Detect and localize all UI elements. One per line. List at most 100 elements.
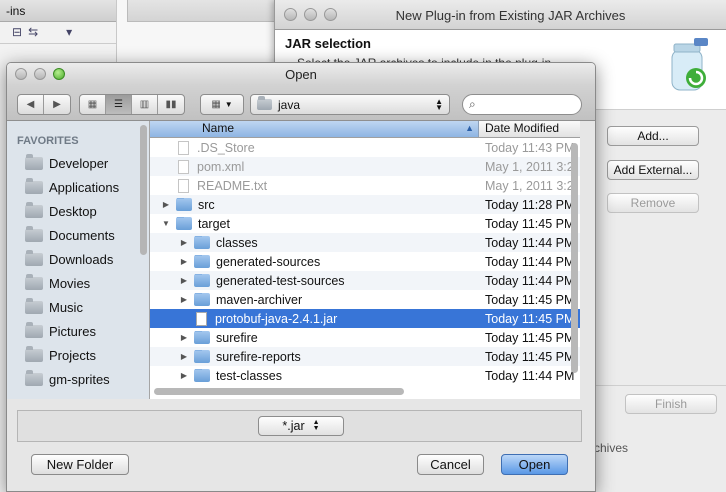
file-date: Today 11:45 PM [485, 330, 575, 345]
coverflow-view-icon[interactable]: ▮▮ [158, 95, 184, 114]
file-name-cell: protobuf-java-2.4.1.jar [150, 311, 479, 326]
sidebar-scrollbar[interactable] [140, 125, 147, 255]
desktop-icon [25, 201, 43, 218]
file-name-cell: ▶ surefire-reports [150, 349, 479, 364]
file-row[interactable]: ▶ surefire Today 11:45 PM [150, 328, 580, 347]
file-date: Today 11:28 PM [485, 197, 575, 212]
xml-file-icon [178, 159, 189, 174]
cancel-button[interactable]: Cancel [417, 454, 484, 475]
link-icon[interactable]: ⇆ [28, 25, 38, 40]
disclosure-closed-icon[interactable]: ▶ [160, 200, 172, 209]
horizontal-scrollbar[interactable] [154, 388, 404, 395]
file-name-cell: README.txt [150, 178, 479, 193]
sidebar-item-movies[interactable]: Movies [7, 271, 149, 295]
file-name-cell: ▶ generated-test-sources [150, 273, 479, 288]
file-list-header: Name ▲ Date Modified [150, 121, 580, 138]
file-row[interactable]: ▶ maven-archiver Today 11:45 PM [150, 290, 580, 309]
disclosure-closed-icon[interactable]: ▶ [178, 352, 190, 361]
disclosure-closed-icon[interactable]: ▶ [178, 371, 190, 380]
documents-icon [25, 225, 43, 242]
name-column-label: Name [202, 121, 235, 135]
sidebar-item-gm-sprites[interactable]: gm-sprites [7, 367, 149, 391]
folder-icon [194, 368, 210, 382]
open-dialog: Open ◀ ▶ ▦ ☰ ▥ ▮▮ ▦ ▼ java ▲ ▼ ⌕ FAVORITE… [6, 62, 596, 492]
panel-tab[interactable]: -ins [0, 0, 116, 22]
file-row[interactable]: .DS_Store Today 11:43 PM [150, 138, 580, 157]
file-name: README.txt [197, 178, 268, 193]
folder-icon [176, 197, 192, 211]
sidebar-item-music[interactable]: Music [7, 295, 149, 319]
sidebar: FAVORITES Developer Applications Desktop Do… [7, 121, 150, 399]
file-row[interactable]: ▶ surefire-reports Today 11:45 PM [150, 347, 580, 366]
jar-file-icon [196, 311, 207, 326]
folder-icon [194, 235, 210, 249]
file-name: classes [216, 235, 258, 250]
file-date: Today 11:45 PM [485, 311, 575, 326]
pictures-icon [25, 321, 43, 338]
sidebar-item-documents[interactable]: Documents [7, 223, 149, 247]
sidebar-item-developer[interactable]: Developer [7, 151, 149, 175]
file-date: Today 11:43 PM [485, 140, 575, 155]
date-column-header[interactable]: Date Modified [479, 121, 580, 137]
vertical-scrollbar[interactable] [571, 143, 578, 373]
wizard-titlebar: New Plug-in from Existing JAR Archives [275, 0, 726, 30]
file-type-select[interactable]: *.jar ▲ ▼ [258, 416, 344, 436]
file-row[interactable]: ▶ generated-sources Today 11:44 PM [150, 252, 580, 271]
panel-toolbar: ⊟ ⇆ ▾ [0, 22, 116, 44]
sidebar-item-applications[interactable]: Applications [7, 175, 149, 199]
file-row[interactable]: ▶ test-classes Today 11:44 PM [150, 366, 580, 385]
sidebar-item-projects[interactable]: Projects [7, 343, 149, 367]
back-icon[interactable]: ◀ [18, 95, 44, 114]
collapse-icon[interactable]: ⊟ [12, 25, 22, 40]
file-row[interactable]: README.txt May 1, 2011 3:2 [150, 176, 580, 195]
icon-view-icon[interactable]: ▦ [80, 95, 106, 114]
jar-plugin-icon [671, 38, 708, 91]
file-rows: .DS_Store Today 11:43 PM pom.xml May 1, 201… [150, 138, 580, 385]
disclosure-closed-icon[interactable]: ▶ [178, 276, 190, 285]
forward-icon[interactable]: ▶ [44, 95, 70, 114]
wizard-heading: JAR selection [285, 36, 371, 51]
file-name-cell: ▶ src [150, 197, 479, 212]
list-view-icon[interactable]: ☰ [106, 95, 132, 114]
disclosure-closed-icon[interactable]: ▶ [178, 238, 190, 247]
dialog-titlebar: Open [7, 63, 595, 85]
arrange-menu[interactable]: ▦ ▼ [200, 94, 244, 115]
add-external-button[interactable]: Add External... [607, 160, 699, 180]
add-button[interactable]: Add... [607, 126, 699, 146]
menu-icon[interactable]: ▾ [66, 25, 72, 40]
file-date: Today 11:45 PM [485, 349, 575, 364]
new-folder-button[interactable]: New Folder [31, 454, 129, 475]
open-button[interactable]: Open [501, 454, 568, 475]
sidebar-item-label: Developer [49, 155, 109, 171]
disclosure-closed-icon[interactable]: ▶ [178, 295, 190, 304]
file-name: .DS_Store [197, 140, 255, 155]
file-name-cell: ▼ target [150, 216, 479, 231]
file-row[interactable]: ▼ target Today 11:45 PM [150, 214, 580, 233]
file-row[interactable]: ▶ classes Today 11:44 PM [150, 233, 580, 252]
folder-icon [25, 369, 43, 386]
search-field[interactable]: ⌕ [462, 94, 582, 115]
file-name-cell: .DS_Store [150, 140, 479, 155]
sidebar-item-desktop[interactable]: Desktop [7, 199, 149, 223]
column-view-icon[interactable]: ▥ [132, 95, 158, 114]
location-popup[interactable]: java ▲ ▼ [250, 94, 450, 115]
file-type-bar: *.jar ▲ ▼ [17, 410, 582, 442]
file-row[interactable]: pom.xml May 1, 2011 3:2 [150, 157, 580, 176]
sidebar-item-downloads[interactable]: Downloads [7, 247, 149, 271]
folder-icon [194, 330, 210, 344]
sidebar-item-pictures[interactable]: Pictures [7, 319, 149, 343]
file-name: generated-test-sources [216, 273, 345, 288]
dialog-toolbar: ◀ ▶ ▦ ☰ ▥ ▮▮ ▦ ▼ java ▲ ▼ ⌕ [7, 85, 595, 121]
folder-icon [194, 292, 210, 306]
name-column-header[interactable]: Name ▲ [150, 121, 479, 137]
file-row[interactable]: ▶ generated-test-sources Today 11:44 PM [150, 271, 580, 290]
disclosure-open-icon[interactable]: ▼ [160, 219, 172, 228]
sidebar-section-favorites: FAVORITES [17, 135, 79, 147]
file-row[interactable]: ▶ src Today 11:28 PM [150, 195, 580, 214]
remove-button[interactable]: Remove [607, 193, 699, 213]
finish-button[interactable]: Finish [625, 394, 717, 414]
disclosure-closed-icon[interactable]: ▶ [178, 333, 190, 342]
disclosure-closed-icon[interactable]: ▶ [178, 257, 190, 266]
file-row[interactable]: protobuf-java-2.4.1.jar Today 11:45 PM [150, 309, 580, 328]
sidebar-item-label: Projects [49, 347, 96, 363]
